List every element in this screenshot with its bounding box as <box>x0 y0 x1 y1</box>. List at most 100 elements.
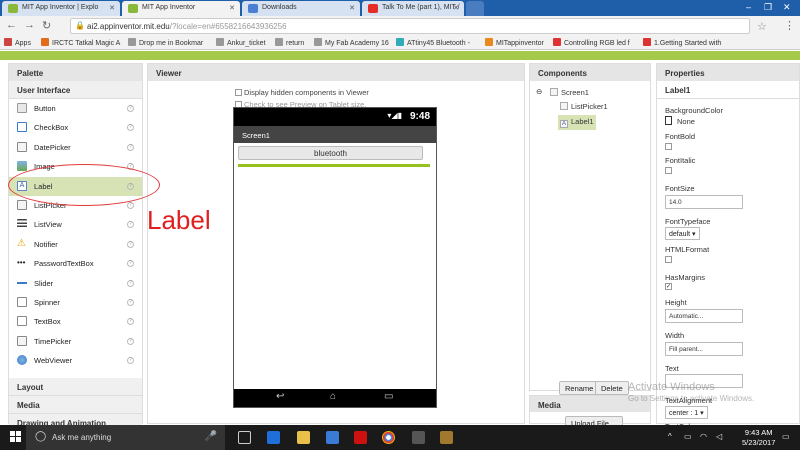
palette-item-checkbox[interactable]: CheckBox? <box>9 118 142 137</box>
minimize-icon[interactable]: – <box>746 2 751 12</box>
close-icon[interactable]: ✕ <box>453 4 459 12</box>
label1-preview[interactable] <box>238 164 430 167</box>
help-icon[interactable]: ? <box>127 298 134 306</box>
prop-backgroundcolor-value[interactable]: None <box>677 117 695 126</box>
tab-label: Talk To Me (part 1), MIT / <box>382 4 460 11</box>
bookmark-apps[interactable]: Apps <box>4 38 31 47</box>
file-explorer-icon[interactable] <box>297 431 310 444</box>
tab-downloads[interactable]: Downloads ✕ <box>242 1 360 16</box>
close-icon[interactable]: ✕ <box>229 4 235 12</box>
menu-icon[interactable]: ⋮ <box>784 19 795 32</box>
bookmark-item[interactable]: IRCTC Tatkal Magic A <box>41 38 120 47</box>
close-window-icon[interactable]: ✕ <box>783 2 791 13</box>
textalignment-select[interactable]: center : 1 ▾ <box>665 406 708 419</box>
width-input[interactable]: Fill parent... <box>665 342 743 356</box>
app-inventor-favicon-icon <box>8 4 18 13</box>
microphone-icon[interactable]: 🎤 <box>205 431 217 442</box>
bookmark-star-icon[interactable]: ☆ <box>757 20 767 33</box>
help-icon[interactable]: ? <box>127 201 134 209</box>
tray-chevron-icon[interactable]: ^ <box>668 432 672 441</box>
help-icon[interactable]: ? <box>127 260 134 268</box>
palette-item-passwordtextbox[interactable]: ••• PasswordTextBox? <box>9 254 142 273</box>
fonttypeface-select[interactable]: default ▾ <box>665 227 700 240</box>
properties-panel: Properties Label1 BackgroundColor None F… <box>656 63 800 431</box>
app-icon[interactable] <box>440 431 453 444</box>
bookmark-item[interactable]: MITappinventor <box>485 38 544 47</box>
close-icon[interactable]: ✕ <box>349 4 355 12</box>
bookmark-item[interactable]: 1.Getting Started with <box>643 38 721 47</box>
help-icon[interactable]: ? <box>127 337 134 345</box>
reload-icon[interactable]: ↻ <box>42 19 51 32</box>
bookmark-item[interactable]: Drop me in Bookmar <box>128 38 203 47</box>
rename-button[interactable]: Rename <box>559 381 600 395</box>
fontitalic-checkbox[interactable] <box>665 167 672 174</box>
palette-item-slider[interactable]: Slider? <box>9 274 142 293</box>
acrobat-icon[interactable] <box>354 431 367 444</box>
display-hidden-checkbox[interactable]: Display hidden components in Viewer <box>235 88 369 97</box>
tree-item-label1[interactable]: A Label1 <box>558 115 596 130</box>
help-icon[interactable]: ? <box>127 124 134 132</box>
bookmark-item[interactable]: Controlling RGB led f <box>553 38 630 47</box>
bluetooth-listpicker[interactable]: bluetooth <box>238 146 423 160</box>
bookmark-item[interactable]: ATtiny45 Bluetooth - <box>396 38 470 47</box>
palette-item-spinner[interactable]: Spinner? <box>9 293 142 312</box>
color-swatch[interactable] <box>665 116 672 125</box>
wifi-icon[interactable]: ◠ <box>700 432 707 441</box>
palette-item-notifier[interactable]: ⚠ Notifier? <box>9 235 142 254</box>
help-icon[interactable]: ? <box>127 105 134 112</box>
tab-mit-app-inventor[interactable]: MIT App Inventor ✕ <box>122 1 240 16</box>
forward-icon[interactable]: → <box>24 19 35 31</box>
spinner-icon <box>17 296 27 307</box>
windows-start-icon[interactable] <box>10 431 22 443</box>
category-media[interactable]: Media <box>9 396 142 415</box>
fontbold-checkbox[interactable] <box>665 143 672 150</box>
tree-item-listpicker1[interactable]: ListPicker1 <box>560 102 608 111</box>
bookmark-item[interactable]: Ankur_ticket <box>216 38 266 47</box>
taskbar-clock[interactable]: 9:43 AM 5/23/2017 <box>742 428 775 448</box>
new-tab-button[interactable] <box>466 1 484 16</box>
task-view-icon[interactable] <box>238 431 251 444</box>
palette-item-listview[interactable]: ListView? <box>9 215 142 234</box>
help-icon[interactable]: ? <box>127 357 134 365</box>
store-icon[interactable] <box>326 431 339 444</box>
collapse-icon[interactable]: ⊖ <box>536 87 542 96</box>
maximize-icon[interactable]: ❐ <box>764 2 772 13</box>
category-layout[interactable]: Layout <box>9 378 142 397</box>
back-icon[interactable]: ← <box>6 19 17 31</box>
url-host: ai2.appinventor.mit.edu <box>87 22 170 31</box>
edge-icon[interactable] <box>267 431 280 444</box>
delete-button[interactable]: Delete <box>595 381 629 395</box>
address-bar[interactable]: 🔒 ai2.appinventor.mit.edu/?locale=en#655… <box>70 18 750 34</box>
close-icon[interactable]: ✕ <box>109 4 115 12</box>
lock-icon: 🔒 <box>75 21 85 30</box>
help-icon[interactable]: ? <box>127 318 134 326</box>
palette-item-webviewer[interactable]: WebViewer? <box>9 351 142 370</box>
tree-item-screen1[interactable]: Screen1 <box>550 88 589 97</box>
video-app-icon[interactable] <box>412 431 425 444</box>
checkbox-box[interactable] <box>235 89 242 96</box>
palette-item-button[interactable]: Button? <box>9 99 142 118</box>
screen-body[interactable]: bluetooth <box>234 143 436 388</box>
help-icon[interactable]: ? <box>127 221 134 229</box>
bookmark-item[interactable]: My Fab Academy 16 <box>314 38 389 47</box>
tab-mit-explore[interactable]: MIT App Inventor | Explo ✕ <box>2 1 120 16</box>
hasmargins-checkbox[interactable]: ✓ <box>665 283 672 290</box>
chrome-icon[interactable] <box>382 431 395 444</box>
slider-icon <box>17 277 27 288</box>
htmlformat-checkbox[interactable] <box>665 256 672 263</box>
help-icon[interactable]: ? <box>127 279 134 287</box>
cortana-search-box[interactable]: ◯ Ask me anything 🎤 <box>26 425 225 450</box>
volume-icon[interactable]: ◁ <box>716 432 722 441</box>
tab-talk-to-me[interactable]: Talk To Me (part 1), MIT / ✕ <box>362 1 464 16</box>
fontsize-input[interactable]: 14.0 <box>665 195 743 209</box>
notifications-icon[interactable]: ▭ <box>782 432 790 441</box>
palette-item-textbox[interactable]: TextBox? <box>9 312 142 331</box>
help-icon[interactable]: ? <box>127 143 134 151</box>
help-icon[interactable]: ? <box>127 240 134 248</box>
category-user-interface[interactable]: User Interface <box>9 81 142 99</box>
bookmark-item[interactable]: return <box>275 38 304 47</box>
battery-icon[interactable]: ▭ <box>684 432 692 441</box>
palette-item-datepicker[interactable]: DatePicker? <box>9 138 142 157</box>
height-input[interactable]: Automatic... <box>665 309 743 323</box>
palette-item-timepicker[interactable]: TimePicker? <box>9 332 142 351</box>
